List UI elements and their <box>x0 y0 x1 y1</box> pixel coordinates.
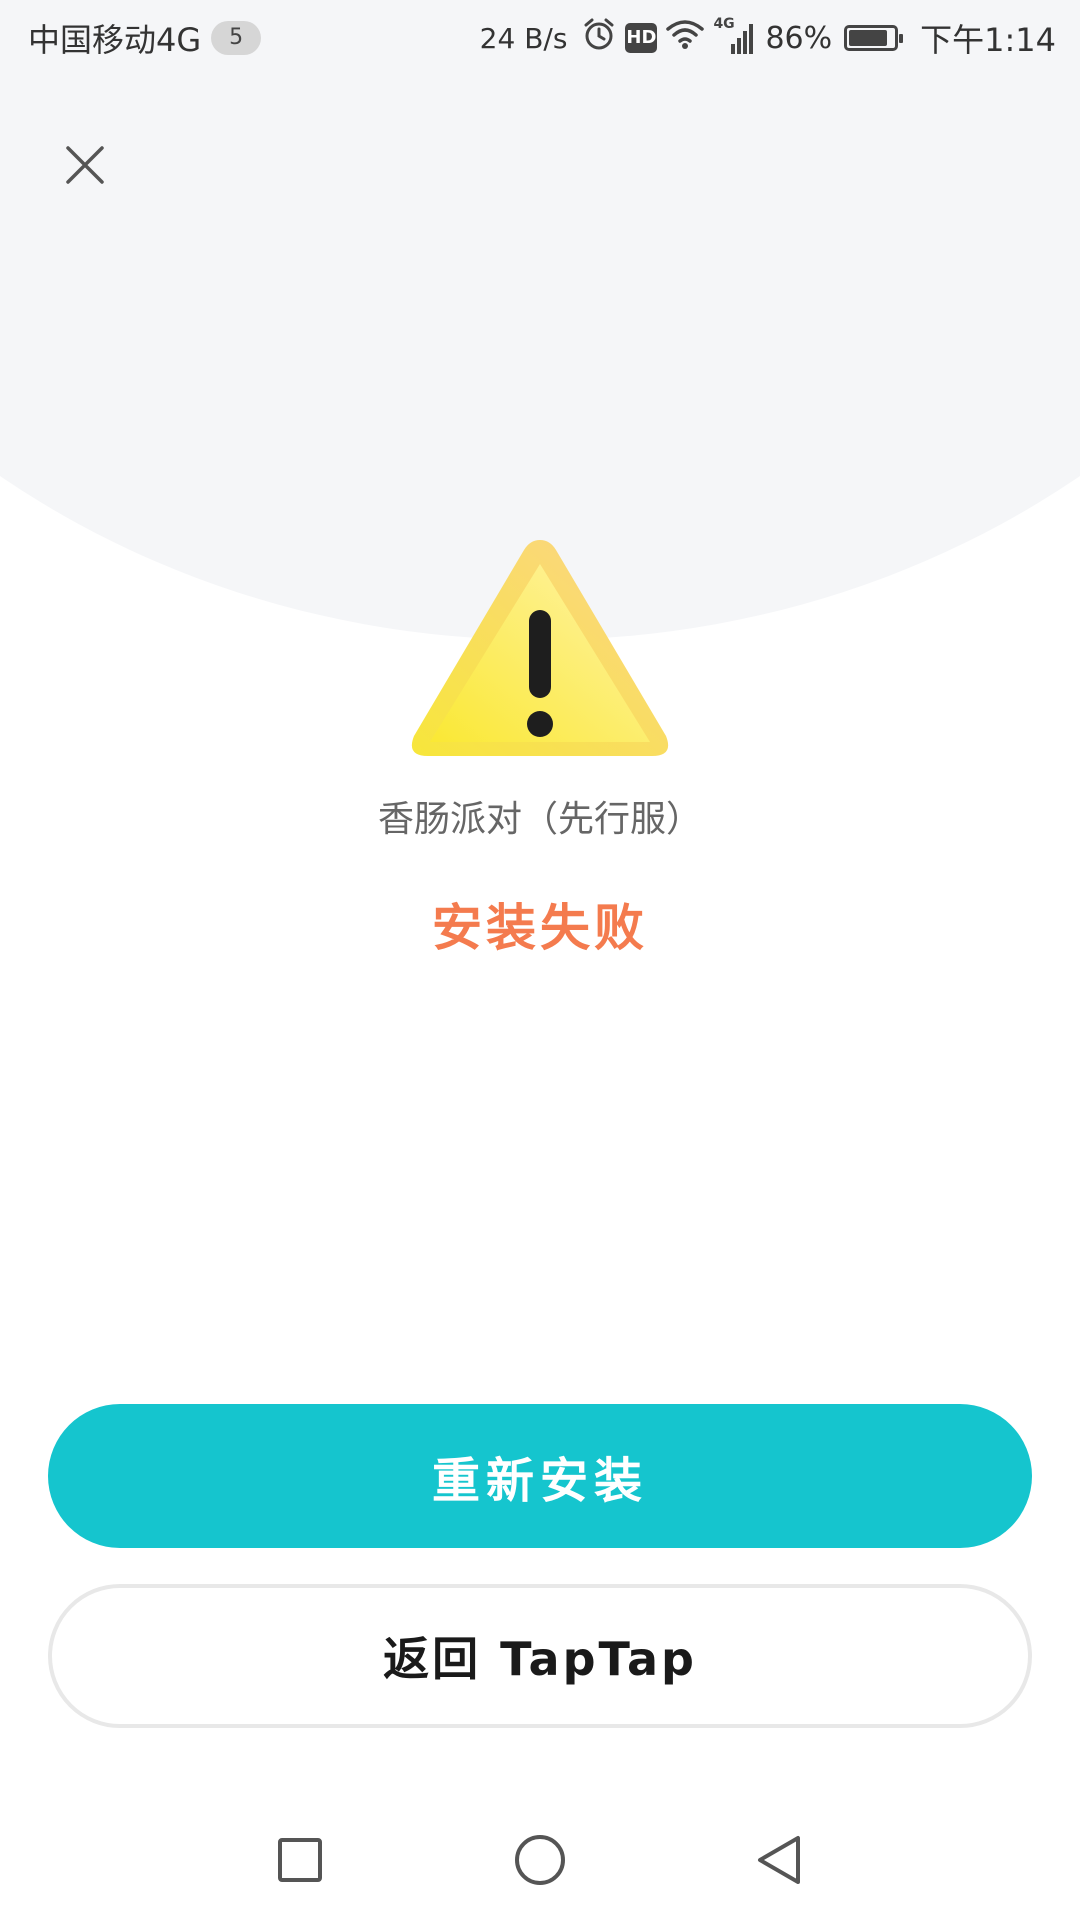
recent-apps-icon <box>278 1838 322 1882</box>
home-icon <box>515 1835 565 1885</box>
install-status-text: 安装失败 <box>432 899 648 957</box>
status-bar: 中国移动4G 5 24 B/s HD 4G 86% 下午1:14 <box>0 0 1080 76</box>
back-to-taptap-label: 返回 TapTap <box>383 1632 697 1686</box>
back-button[interactable] <box>742 1822 818 1898</box>
status-left: 中国移动4G 5 <box>28 16 262 60</box>
recent-apps-button[interactable] <box>262 1822 338 1898</box>
net-speed: 24 B/s <box>479 21 568 55</box>
battery-percent: 86% <box>765 20 833 56</box>
home-button[interactable] <box>502 1822 578 1898</box>
install-failed-screen: 中国移动4G 5 24 B/s HD 4G 86% 下午1:14 香肠派对（先行… <box>0 0 1080 1920</box>
hd-icon: HD <box>625 23 658 53</box>
warning-icon <box>404 530 676 766</box>
close-button[interactable] <box>58 138 112 192</box>
reinstall-button[interactable]: 重新安装 <box>48 1404 1032 1548</box>
clock: 下午1:14 <box>920 21 1056 59</box>
navigation-bar <box>0 1800 1080 1920</box>
reinstall-button-label: 重新安装 <box>431 1453 648 1509</box>
notification-badge: 5 <box>211 21 262 55</box>
alarm-icon <box>581 16 617 60</box>
app-name: 香肠派对（先行服） <box>377 799 702 840</box>
back-to-taptap-button[interactable]: 返回 TapTap <box>48 1584 1032 1728</box>
back-icon <box>758 1836 800 1884</box>
status-right: 24 B/s HD 4G 86% 下午1:14 <box>480 16 1056 60</box>
carrier-label: 中国移动4G <box>28 21 202 59</box>
close-icon <box>66 146 104 184</box>
wifi-icon <box>665 17 705 59</box>
signal-icon: 4G <box>713 16 757 56</box>
battery-fill <box>849 30 888 46</box>
battery-icon <box>844 25 904 51</box>
